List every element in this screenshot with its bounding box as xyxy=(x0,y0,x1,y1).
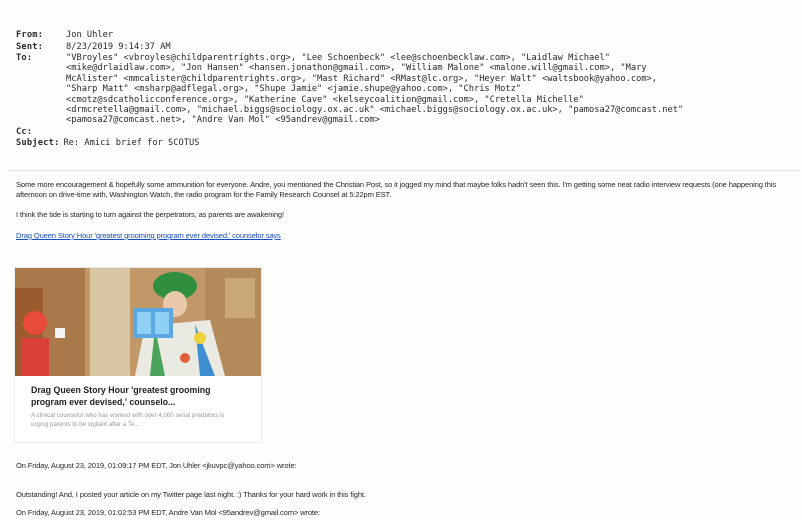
sent-row: Sent: 8/23/2019 9:14:37 AM xyxy=(16,42,796,54)
from-label: From: xyxy=(16,30,44,40)
cc-label: Cc: xyxy=(16,126,33,137)
subject-value: Re: Amici brief for SCOTUS xyxy=(63,138,200,149)
from-row: From: Jon Uhler xyxy=(16,30,796,42)
sent-value: 8/23/2019 9:14:37 AM xyxy=(66,41,171,52)
quoted-reply-text: Outstanding! And, I posted your article … xyxy=(16,490,366,499)
article-link[interactable]: Drag Queen Story Hour 'greatest grooming… xyxy=(16,231,281,241)
card-title: Drag Queen Story Hour 'greatest grooming… xyxy=(31,385,211,407)
email-printout: From: Jon Uhler Sent: 8/23/2019 9:14:37 … xyxy=(0,0,802,520)
header-divider xyxy=(8,170,800,171)
email-body: Some more encouragement & hopefully some… xyxy=(16,180,800,240)
from-value: Jon Uhler xyxy=(66,30,114,40)
to-label: To: xyxy=(16,53,33,63)
thumbnail-illustration xyxy=(15,268,261,376)
quoted-reply-header: On Friday, August 23, 2019, 01:09:17 PM … xyxy=(16,461,297,470)
link-preview-card[interactable]: Drag Queen Story Hour 'greatest grooming… xyxy=(14,267,262,443)
body-paragraph-2: I think the tide is starting to turn aga… xyxy=(16,210,284,219)
cc-value xyxy=(66,127,796,139)
subject-label: Subject: xyxy=(16,138,60,149)
article-thumbnail-image xyxy=(15,268,261,376)
subject-row: Subject: Re: Amici brief for SCOTUS xyxy=(16,138,796,150)
email-header: From: Jon Uhler Sent: 8/23/2019 9:14:37 … xyxy=(16,30,796,150)
quoted-reply-header-2: On Friday, August 23, 2019, 01:02:53 PM … xyxy=(16,508,320,517)
to-recipients: "VBroyles" <vbroyles@childparentrights.o… xyxy=(66,53,684,126)
to-row: To: "VBroyles" <vbroyles@childparentrigh… xyxy=(16,53,796,126)
cc-row: Cc: xyxy=(16,127,796,139)
sent-label: Sent: xyxy=(16,41,44,52)
card-snippet: A clinical counselor who has worked with… xyxy=(31,412,225,428)
body-paragraph: Some more encouragement & hopefully some… xyxy=(16,180,776,199)
